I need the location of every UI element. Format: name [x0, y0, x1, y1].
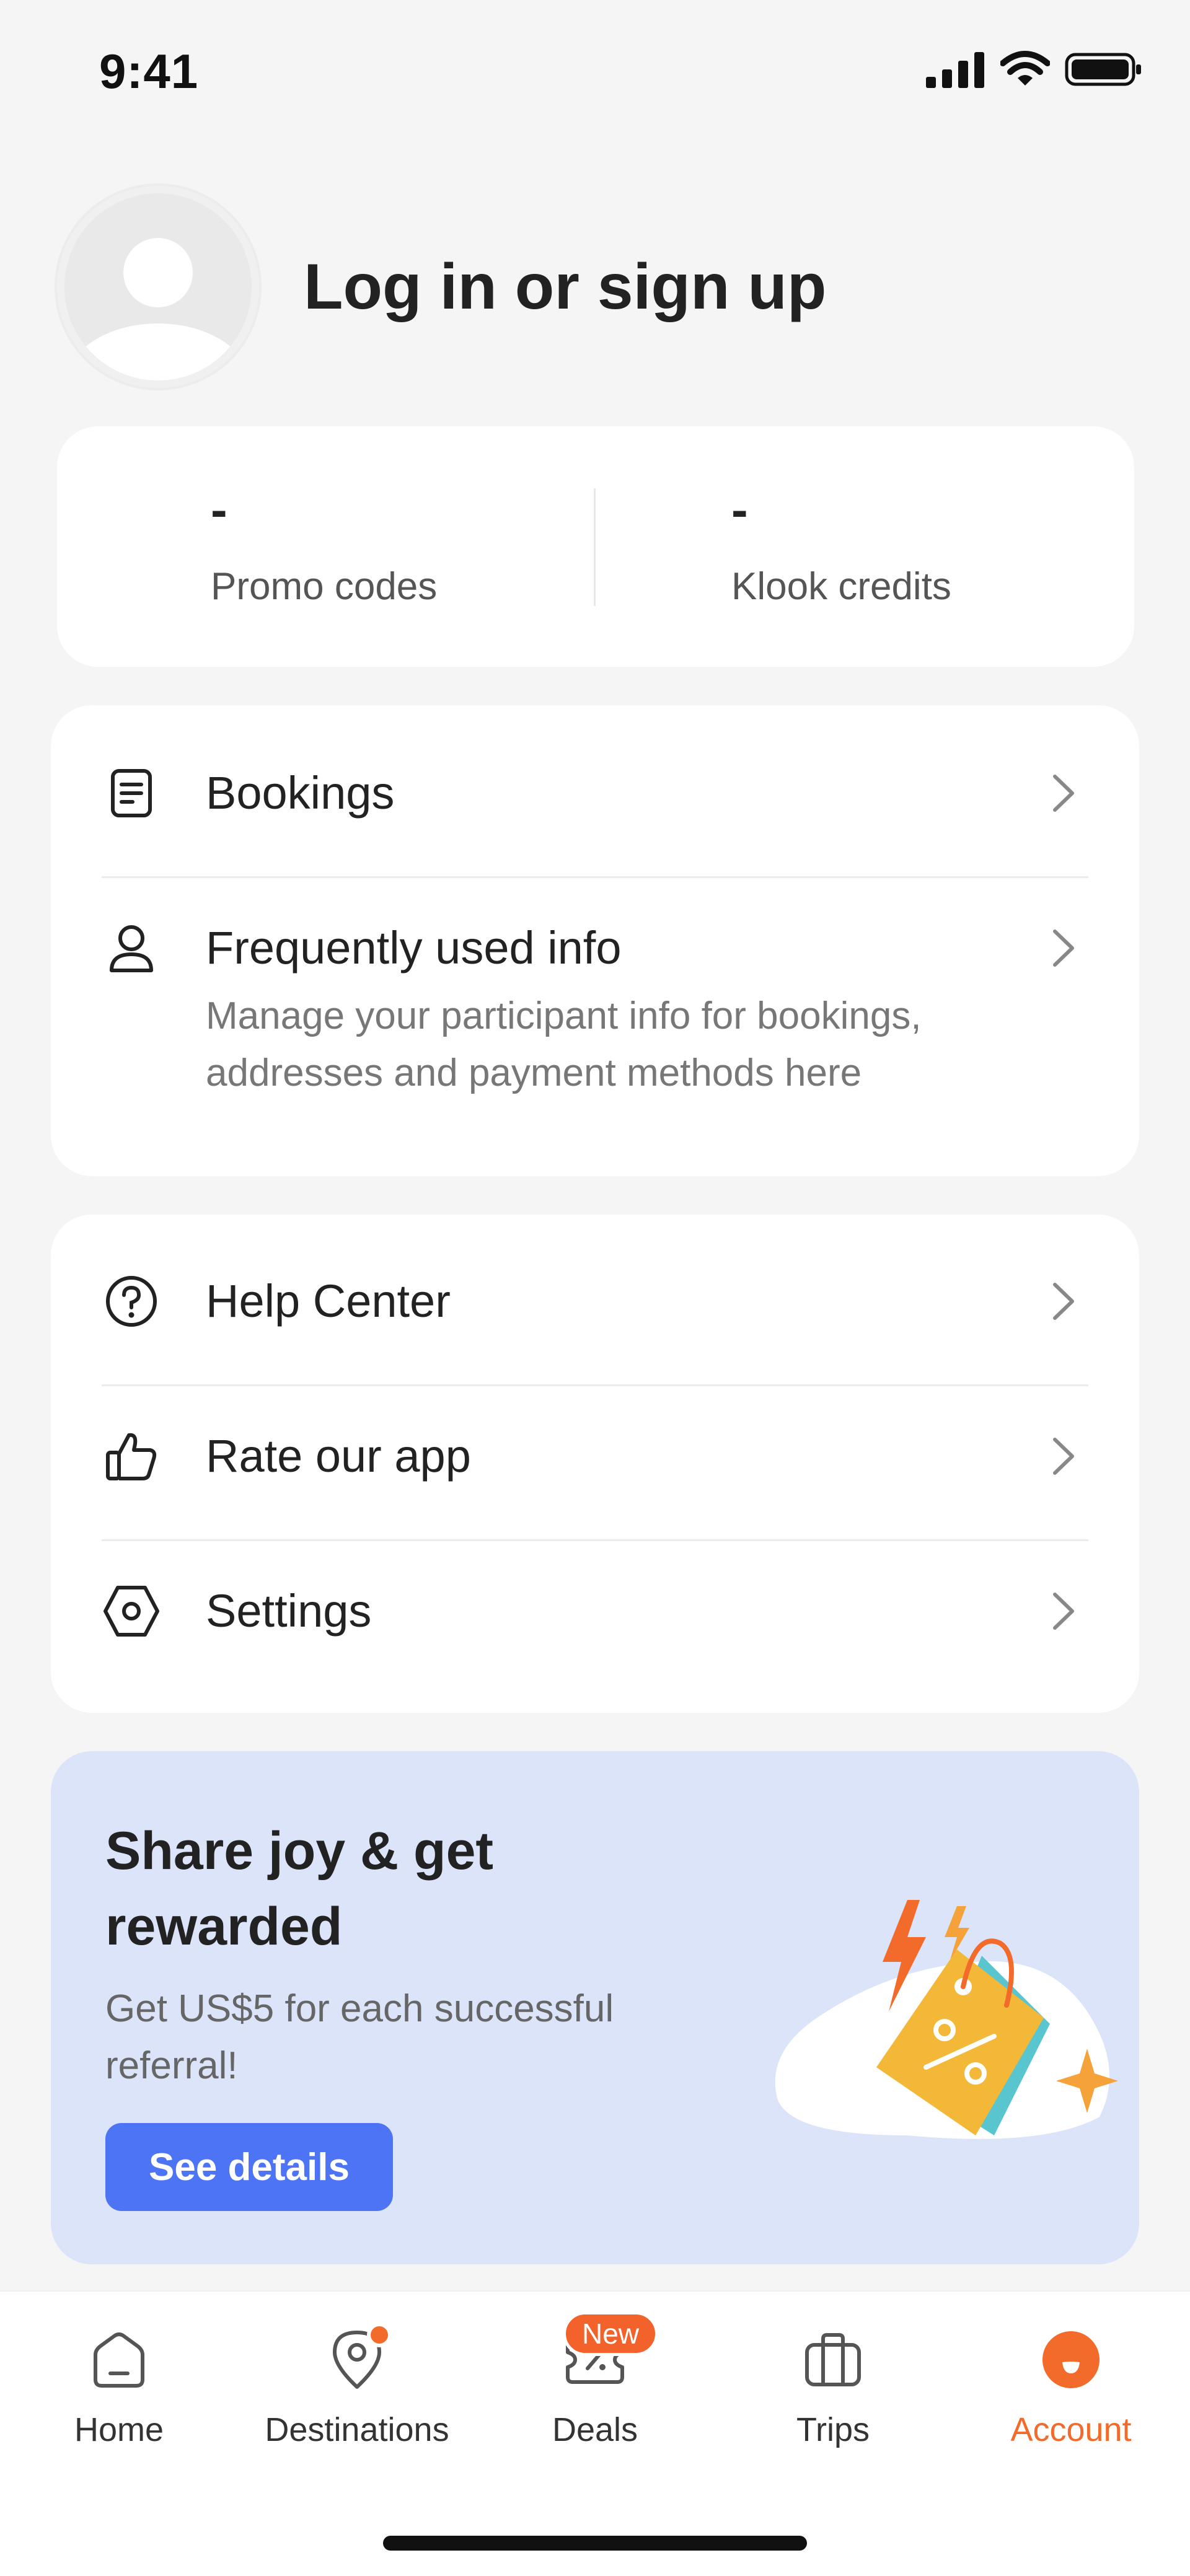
menu-item-rate-app[interactable]: Rate our app [102, 1426, 1088, 1486]
status-icons [926, 51, 1143, 88]
nav-label: Destinations [265, 2411, 449, 2448]
promo-codes-value: - [211, 481, 227, 537]
nav-account[interactable]: Account [952, 2292, 1190, 2496]
status-time: 9:41 [99, 44, 199, 99]
person-icon [102, 918, 161, 978]
default-avatar-icon[interactable] [57, 186, 259, 388]
bottom-nav: Home Destinations New Deals Trips Accoun… [0, 2290, 1190, 2576]
account-menu-primary: Bookings Frequently used info Manage you… [51, 705, 1139, 1176]
row-divider [102, 1539, 1088, 1541]
chevron-right-icon [1039, 1426, 1088, 1486]
nav-label: Deals [552, 2411, 638, 2448]
suitcase-icon [796, 2323, 870, 2397]
battery-icon [1065, 53, 1141, 86]
menu-item-help-center[interactable]: Help Center [102, 1272, 1088, 1331]
menu-item-settings[interactable]: Settings [102, 1581, 1088, 1641]
promo-codes-stat[interactable]: - Promo codes [211, 426, 437, 667]
nav-label: Account [1010, 2411, 1132, 2448]
account-icon [1034, 2323, 1108, 2397]
document-icon [102, 763, 161, 823]
nav-trips[interactable]: Trips [714, 2292, 952, 2496]
account-menu-secondary: Help Center Rate our app Settings [51, 1215, 1139, 1713]
nav-label: Home [74, 2411, 164, 2448]
menu-item-label: Rate our app [206, 1430, 471, 1482]
notification-dot [367, 2323, 392, 2347]
chevron-right-icon [1039, 1272, 1088, 1331]
home-icon [82, 2323, 156, 2397]
signal-icon [926, 52, 984, 88]
menu-item-frequently-used-info[interactable]: Frequently used info Manage your partici… [102, 918, 1088, 1102]
referral-banner[interactable]: Share joy & get rewarded Get US$5 for ea… [51, 1751, 1139, 2264]
stats-divider [594, 488, 596, 606]
menu-item-label: Bookings [206, 767, 395, 819]
chevron-right-icon [1039, 1581, 1088, 1641]
ticket-percent-icon: New [558, 2311, 659, 2397]
referral-title: Share joy & get rewarded [105, 1821, 494, 1956]
menu-item-description: Manage your participant info for booking… [206, 995, 922, 1094]
stats-card: - Promo codes - Klook credits [57, 426, 1134, 667]
new-badge: New [563, 2311, 659, 2356]
row-divider [102, 876, 1088, 878]
menu-item-label: Frequently used info [206, 922, 622, 974]
klook-credits-label: Klook credits [731, 565, 951, 608]
home-indicator [383, 2536, 807, 2551]
nav-label: Trips [796, 2411, 870, 2448]
see-details-button[interactable]: See details [105, 2123, 393, 2211]
klook-credits-value: - [731, 481, 748, 537]
menu-item-bookings[interactable]: Bookings [102, 763, 1088, 823]
location-pin-icon [320, 2323, 394, 2397]
account-page: 9:41 Log in or sign up - Promo codes - K… [0, 0, 1190, 2576]
menu-item-label: Help Center [206, 1275, 451, 1327]
login-signup-link[interactable]: Log in or sign up [304, 250, 826, 324]
question-circle-icon [102, 1272, 161, 1331]
promo-codes-label: Promo codes [211, 565, 438, 608]
klook-credits-stat[interactable]: - Klook credits [731, 426, 951, 667]
nav-destinations[interactable]: Destinations [238, 2292, 476, 2496]
wifi-icon [1000, 51, 1050, 86]
status-bar: 9:41 [0, 0, 1190, 143]
nav-deals[interactable]: New Deals [476, 2292, 714, 2496]
discount-tag-illustration [775, 1900, 1118, 2139]
nav-home[interactable]: Home [0, 2292, 238, 2496]
settings-hexagon-icon [102, 1581, 161, 1641]
row-divider [102, 1384, 1088, 1386]
referral-subtitle: Get US$5 for each successful referral! [105, 1987, 614, 2087]
chevron-right-icon [1039, 763, 1088, 823]
menu-item-label: Settings [206, 1585, 372, 1637]
chevron-right-icon [1039, 918, 1088, 978]
thumbs-up-icon [102, 1426, 161, 1486]
profile-header[interactable]: Log in or sign up [57, 186, 826, 388]
